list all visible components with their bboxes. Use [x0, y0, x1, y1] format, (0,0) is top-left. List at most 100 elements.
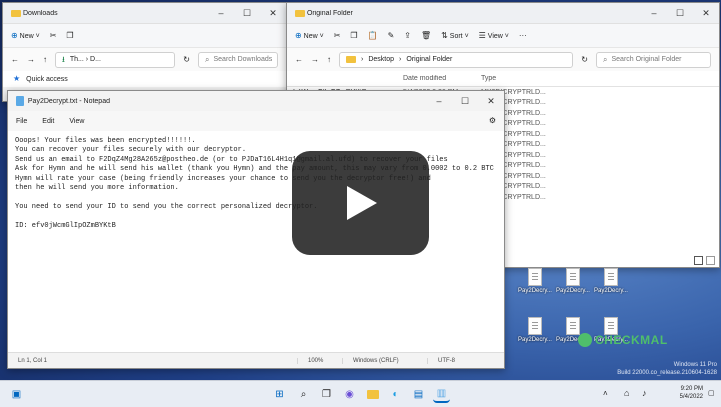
downloads-toolbar: ⊕ New ˅ ✂ ❐ [3, 23, 286, 47]
file-type: MX2DICRYPTRLD... [481, 172, 546, 180]
watermark-line-1: Windows 11 Pro [673, 362, 717, 368]
view-switcher [694, 256, 715, 265]
up-icon[interactable]: ↑ [327, 55, 331, 64]
brand-logo: CHECKMAL [578, 333, 668, 347]
more-icon[interactable]: ··· [519, 31, 527, 40]
back-icon[interactable]: ← [295, 55, 303, 64]
maximize-button[interactable]: ☐ [452, 96, 478, 107]
refresh-icon[interactable]: ↻ [183, 55, 190, 64]
folder-icon [295, 9, 305, 17]
up-icon[interactable]: ↑ [43, 55, 47, 64]
minimize-button[interactable]: – [641, 8, 667, 18]
address-bar[interactable]: ⭳ Th... › D... [55, 51, 176, 68]
notepad-taskbar-icon[interactable]: ▥ [433, 386, 450, 403]
file-type: MX2DICRYPTRLD... [481, 120, 546, 128]
paste-icon[interactable]: 📋 [368, 31, 378, 40]
breadcrumb-desktop[interactable]: Desktop [368, 56, 394, 63]
download-icon: ⭳ [62, 54, 65, 64]
start-icon[interactable]: ⊞ [271, 386, 288, 403]
original-titlebar[interactable]: Original Folder – ☐ ✕ [287, 3, 719, 23]
search-box[interactable]: ⌕ Search Downloads [198, 51, 278, 68]
minimize-button[interactable]: – [426, 96, 452, 106]
sort-button[interactable]: ⇅ Sort ˅ [441, 30, 469, 40]
notification-icon[interactable]: ▢ [708, 389, 715, 397]
edge-icon[interactable]: ◐ [387, 386, 404, 403]
menu-file[interactable]: File [16, 118, 27, 125]
text-file-icon [604, 268, 618, 286]
zoom-level: 100% [298, 357, 343, 364]
desktop-file-label: Pay2Decry... [518, 288, 552, 294]
task-view-icon[interactable]: ❐ [318, 386, 335, 403]
details-view-icon[interactable] [694, 256, 703, 265]
forward-icon[interactable]: → [27, 55, 35, 64]
breadcrumb-original-folder[interactable]: Original Folder [406, 56, 452, 63]
text-file-icon [566, 268, 580, 286]
window-title: Pay2Decrypt.txt - Notepad [27, 97, 110, 105]
desktop-file-icon[interactable]: Pay2Decry... [516, 317, 554, 343]
new-icon: ⊕ [295, 30, 302, 40]
back-icon[interactable]: ← [11, 55, 19, 64]
file-type: MX2DICRYPTRLD... [481, 193, 546, 201]
copy-icon[interactable]: ❐ [66, 31, 73, 40]
network-icon[interactable]: ⌂ [624, 388, 629, 398]
tiles-view-icon[interactable] [706, 256, 715, 265]
windows-watermark: Windows 11 Pro Build 22000.co_release.21… [617, 361, 717, 377]
chat-icon[interactable]: ◉ [341, 386, 358, 403]
text-file-icon [528, 317, 542, 335]
original-address-row: ← → ↑ › Desktop › Original Folder ↻ ⌕ Se… [287, 47, 719, 71]
status-bar: Ln 1, Col 1 100% Windows (CRLF) UTF-8 [8, 352, 504, 368]
cut-icon[interactable]: ✂ [334, 31, 341, 40]
rename-icon[interactable]: ✎ [388, 31, 395, 40]
close-button[interactable]: ✕ [478, 96, 504, 107]
desktop-file-icon[interactable]: Pay2Decry... [592, 268, 630, 294]
new-button[interactable]: ⊕ New ˅ [295, 30, 324, 40]
sort-icon: ⇅ [441, 30, 448, 40]
tray-chevron-icon[interactable]: ˄ [603, 389, 608, 398]
file-type: MX2DICRYPTRLD... [481, 183, 546, 191]
maximize-button[interactable]: ☐ [234, 8, 260, 19]
close-button[interactable]: ✕ [693, 8, 719, 19]
watermark-line-2: Build 22000.co_release.210604-1628 [617, 370, 717, 376]
settings-icon[interactable]: ⚙ [489, 117, 496, 125]
column-date[interactable]: Date modified [397, 75, 475, 82]
search-icon[interactable]: ⌕ [295, 386, 312, 403]
clock[interactable]: 9:20 PM 5/4/2022 [663, 385, 703, 401]
view-button[interactable]: ☰ View ˅ [479, 31, 509, 40]
cursor-position: Ln 1, Col 1 [8, 357, 298, 364]
cut-icon[interactable]: ✂ [50, 31, 57, 40]
copy-icon[interactable]: ❐ [350, 31, 357, 40]
file-type: MX2DICRYPTRLD... [481, 151, 546, 159]
volume-icon[interactable]: ♪ [642, 388, 647, 398]
menu-view[interactable]: View [69, 118, 84, 125]
notepad-window: Pay2Decrypt.txt - Notepad – ☐ ✕ File Edi… [7, 90, 505, 369]
desktop-file-icon[interactable]: Pay2Decry... [554, 268, 592, 294]
downloads-titlebar[interactable]: Downloads – ☐ ✕ [3, 3, 286, 23]
new-label: New [19, 32, 34, 40]
widgets-icon[interactable]: ▣ [8, 386, 25, 403]
forward-icon[interactable]: → [311, 55, 319, 64]
menu-edit[interactable]: Edit [42, 118, 54, 125]
nav-item-quick-access[interactable]: ★ Quick access [3, 71, 286, 87]
desktop-file-label: Pay2Decry... [594, 288, 628, 294]
refresh-icon[interactable]: ↻ [581, 55, 588, 64]
store-icon[interactable]: ▤ [410, 386, 427, 403]
window-title: Original Folder [306, 9, 353, 17]
search-placeholder: Search Original Folder [611, 56, 682, 63]
delete-icon[interactable]: 🗑 [421, 31, 431, 40]
menu-bar: File Edit View ⚙ [8, 111, 504, 131]
address-bar[interactable]: › Desktop › Original Folder [339, 51, 574, 68]
minimize-button[interactable]: – [208, 8, 234, 18]
column-type[interactable]: Type [475, 75, 719, 82]
file-explorer-icon[interactable] [364, 386, 381, 403]
text-file-icon [528, 268, 542, 286]
notepad-titlebar[interactable]: Pay2Decrypt.txt - Notepad – ☐ ✕ [8, 91, 504, 111]
desktop-file-icon[interactable]: Pay2Decry... [516, 268, 554, 294]
checkmark-icon [578, 333, 592, 347]
share-icon[interactable]: ⇪ [404, 31, 411, 40]
close-button[interactable]: ✕ [260, 8, 286, 19]
text-editor[interactable]: Ooops! Your files was been encrypted!!!!… [8, 131, 504, 352]
search-box[interactable]: ⌕ Search Original Folder [596, 51, 711, 68]
play-button-overlay[interactable] [292, 151, 429, 255]
new-button[interactable]: ⊕ New ˅ [11, 31, 40, 40]
maximize-button[interactable]: ☐ [667, 8, 693, 19]
